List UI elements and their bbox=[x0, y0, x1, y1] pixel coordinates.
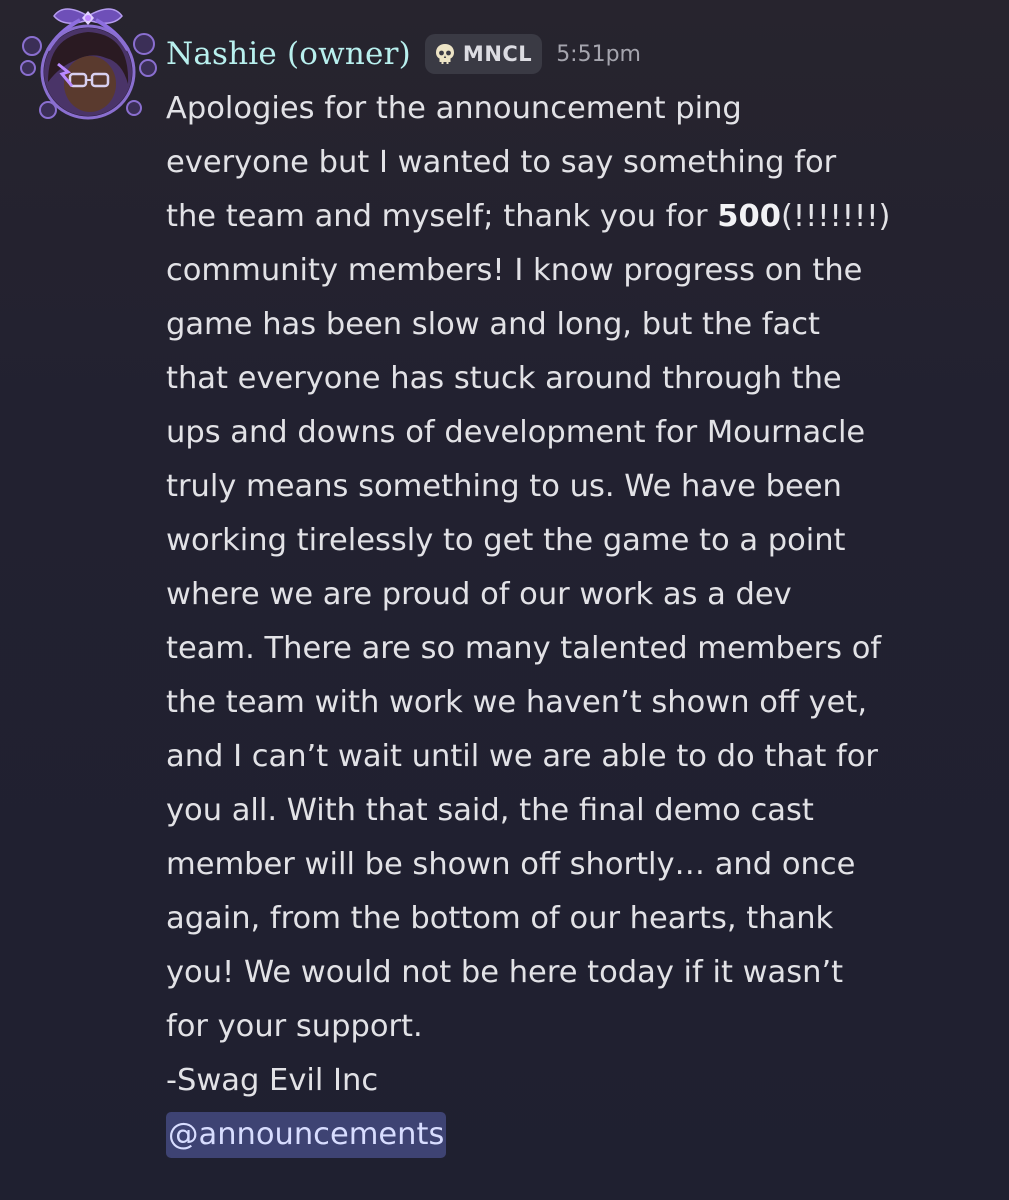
message-line: Apologies for the announcement ping bbox=[166, 91, 742, 126]
message-line: working tirelessly to get the game to a … bbox=[166, 523, 846, 558]
message-header: Nashie (owner) MNCL 5:51pm bbox=[166, 28, 641, 80]
message-line: for your support. bbox=[166, 1009, 423, 1044]
message-line: that everyone has stuck around through t… bbox=[166, 361, 842, 396]
message-line: again, from the bottom of our hearts, th… bbox=[166, 901, 834, 936]
username[interactable]: Nashie (owner) bbox=[166, 36, 411, 72]
message-content: Apologies for the announcement ping ever… bbox=[166, 82, 1002, 1162]
message-line: you all. With that said, the final demo … bbox=[166, 793, 814, 828]
message-line: ups and downs of development for Mournac… bbox=[166, 415, 866, 450]
message-line: the team and myself; thank you for 500(!… bbox=[166, 190, 1002, 244]
skull-icon bbox=[433, 42, 457, 66]
message-line: member will be shown off shortly… and on… bbox=[166, 847, 856, 882]
message-line: you! We would not be here today if it wa… bbox=[166, 955, 844, 990]
avatar[interactable] bbox=[18, 2, 160, 126]
guild-tag-label: MNCL bbox=[462, 42, 533, 66]
bold-count: 500 bbox=[717, 199, 781, 234]
message-line: everyone but I wanted to say something f… bbox=[166, 145, 837, 180]
message-line: team. There are so many talented members… bbox=[166, 631, 882, 666]
avatar-image bbox=[20, 8, 157, 120]
message-line: -Swag Evil Inc bbox=[166, 1063, 379, 1098]
message-line: @announcements bbox=[166, 1108, 1002, 1162]
message-text: (!!!!!!!) bbox=[780, 199, 891, 234]
message-line: truly means something to us. We have bee… bbox=[166, 469, 842, 504]
message-timestamp: 5:51pm bbox=[556, 41, 641, 67]
guild-tag[interactable]: MNCL bbox=[424, 34, 543, 74]
chat-message: Nashie (owner) MNCL 5:51pm Apologies for… bbox=[0, 0, 1009, 1200]
message-line: game has been slow and long, but the fac… bbox=[166, 307, 820, 342]
message-line: the team with work we haven’t shown off … bbox=[166, 685, 868, 720]
message-text: the team and myself; thank you for bbox=[166, 199, 718, 234]
message-line: community members! I know progress on th… bbox=[166, 253, 863, 288]
message-line: and I can’t wait until we are able to do… bbox=[166, 739, 878, 774]
message-line: where we are proud of our work as a dev bbox=[166, 577, 792, 612]
role-mention[interactable]: @announcements bbox=[166, 1112, 447, 1158]
